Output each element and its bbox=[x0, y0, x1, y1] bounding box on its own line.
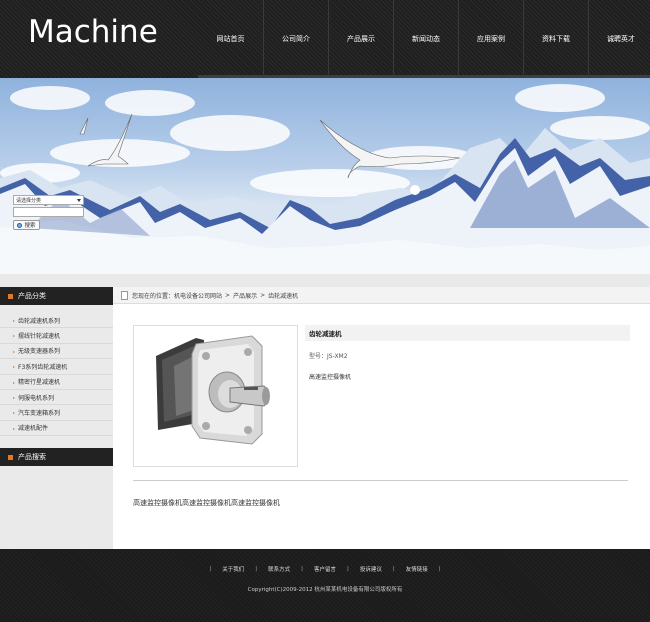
nav-cases[interactable]: 应用案例 bbox=[458, 0, 523, 78]
footer-links: | 关于我们 | 联系方式 | 客户留言 | 投诉建议 | 友情链接 | bbox=[0, 565, 650, 573]
product-model: 型号：JS-XM2 bbox=[309, 353, 348, 360]
nav-downloads[interactable]: 资料下载 bbox=[523, 0, 588, 78]
category-item[interactable]: 齿轮减速机系列 bbox=[0, 313, 113, 329]
search-icon bbox=[17, 222, 23, 228]
gear-reducer-icon bbox=[156, 335, 270, 445]
banner-image bbox=[0, 78, 650, 274]
sidebar: 产品分类 齿轮减速机系列 摆线针轮减速机 无级变速器系列 F3系列齿轮减速机 精… bbox=[0, 287, 113, 549]
breadcrumb-current: 齿轮减速机 bbox=[268, 292, 299, 300]
search-title: 产品搜索 bbox=[18, 453, 46, 461]
footer-separator: | bbox=[347, 566, 349, 572]
chevron-down-icon bbox=[77, 199, 81, 202]
nav-about[interactable]: 公司简介 bbox=[263, 0, 328, 78]
product-short-description: 高速监控摄像机 bbox=[309, 374, 352, 381]
breadcrumb-link-products[interactable]: 产品展示 bbox=[233, 291, 257, 300]
bullet-square-icon bbox=[8, 293, 13, 299]
breadcrumb-separator: > bbox=[260, 291, 266, 299]
footer-link-contact[interactable]: 联系方式 bbox=[268, 565, 290, 573]
footer-link-feedback[interactable]: 投诉建议 bbox=[360, 565, 382, 573]
search-button[interactable]: 搜索 bbox=[13, 220, 40, 230]
breadcrumb: 您现在的位置： 机电设备公司网站 > 产品展示 > 齿轮减速机 bbox=[113, 287, 650, 304]
footer-separator: | bbox=[209, 566, 212, 572]
category-select-value: 请选择分类 bbox=[16, 197, 42, 204]
category-item[interactable]: F3系列齿轮减速机 bbox=[0, 359, 113, 375]
document-icon bbox=[121, 290, 128, 300]
category-item[interactable]: 摆线针轮减速机 bbox=[0, 328, 113, 344]
category-item[interactable]: 无级变速器系列 bbox=[0, 344, 113, 360]
category-title: 产品分类 bbox=[18, 292, 46, 300]
breadcrumb-link-home[interactable]: 机电设备公司网站 bbox=[174, 291, 222, 300]
breadcrumb-prefix: 您现在的位置： bbox=[132, 292, 175, 300]
footer-separator: | bbox=[438, 566, 441, 572]
copyright-text: Copyright(C)2009-2012 杭州某某机电设备有限公司版权所有 bbox=[247, 587, 403, 593]
site-footer: | 关于我们 | 联系方式 | 客户留言 | 投诉建议 | 友情链接 | Cop… bbox=[0, 549, 650, 622]
category-item[interactable]: 伺服电机系列 bbox=[0, 390, 113, 406]
site-header: Machine 网站首页 公司简介 产品展示 新闻动态 应用案例 资料下载 诚聘… bbox=[0, 0, 650, 78]
footer-link-about[interactable]: 关于我们 bbox=[222, 565, 244, 573]
main-nav: 网站首页 公司简介 产品展示 新闻动态 应用案例 资料下载 诚聘英才 bbox=[198, 0, 650, 78]
nav-jobs[interactable]: 诚聘英才 bbox=[588, 0, 650, 78]
mountain-seagull-illustration bbox=[0, 84, 650, 274]
search-heading: 产品搜索 bbox=[0, 448, 113, 466]
nav-news[interactable]: 新闻动态 bbox=[393, 0, 458, 78]
category-item[interactable]: 减速机配件 bbox=[0, 421, 113, 437]
search-input[interactable] bbox=[13, 207, 84, 217]
product-title: 齿轮减速机 bbox=[309, 330, 342, 338]
content-divider bbox=[133, 480, 628, 481]
product-image[interactable] bbox=[133, 325, 298, 467]
category-select[interactable]: 请选择分类 bbox=[13, 195, 84, 205]
footer-link-guestbook[interactable]: 客户留言 bbox=[314, 565, 336, 573]
footer-separator: | bbox=[255, 566, 258, 572]
product-detail-text: 高速监控摄像机高速监控摄像机高速监控摄像机 bbox=[133, 499, 280, 507]
site-logo[interactable]: Machine bbox=[28, 14, 158, 50]
product-title-bar: 齿轮减速机 bbox=[305, 325, 630, 341]
bullet-square-icon bbox=[8, 454, 13, 460]
footer-separator: | bbox=[301, 566, 303, 572]
category-heading: 产品分类 bbox=[0, 287, 113, 305]
breadcrumb-separator: > bbox=[225, 291, 231, 299]
category-item[interactable]: 汽车变速箱系列 bbox=[0, 405, 113, 421]
footer-separator: | bbox=[392, 566, 395, 572]
nav-home[interactable]: 网站首页 bbox=[198, 0, 263, 78]
category-item[interactable]: 精密行星减速机 bbox=[0, 375, 113, 390]
search-button-label: 搜索 bbox=[24, 223, 36, 229]
footer-link-friends[interactable]: 友情链接 bbox=[406, 565, 428, 573]
category-list: 齿轮减速机系列 摆线针轮减速机 无级变速器系列 F3系列齿轮减速机 精密行星减速… bbox=[0, 305, 113, 437]
nav-products[interactable]: 产品展示 bbox=[328, 0, 393, 78]
search-form: 请选择分类 搜索 bbox=[13, 195, 84, 230]
